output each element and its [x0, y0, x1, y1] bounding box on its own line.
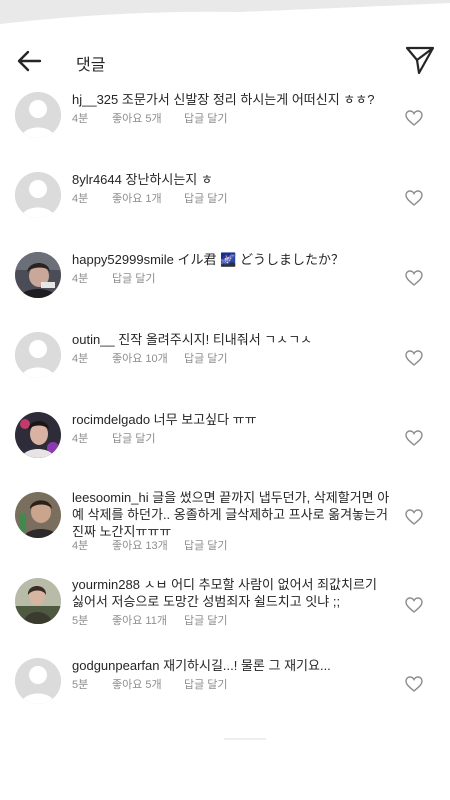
comment-time: 5분: [72, 615, 89, 627]
reply-button[interactable]: 답글 달기: [184, 190, 228, 206]
comment-username[interactable]: happy52999smile: [72, 252, 174, 267]
avatar[interactable]: [15, 92, 61, 138]
comment-username[interactable]: 8ylr4644: [72, 172, 122, 187]
comment-time: 4분: [72, 193, 89, 205]
comment-text: イル君 🌌 どうしましたか？: [177, 252, 344, 267]
heart-icon[interactable]: [405, 270, 423, 286]
reply-button[interactable]: 답글 달기: [112, 270, 156, 286]
comment-username[interactable]: leesoomin_hi: [72, 490, 149, 505]
reply-button[interactable]: 답글 달기: [184, 537, 228, 553]
torn-edge-shadow: [0, 0, 450, 24]
comment-likes[interactable]: 좋아요 5개: [112, 110, 162, 126]
comment-text: 조문가서 신발장 정리 하시는게 어떠신지 ㅎㅎ?: [121, 92, 375, 107]
page-title: 댓글: [76, 57, 106, 74]
reply-button[interactable]: 답글 달기: [184, 612, 228, 628]
default-avatar-icon: [15, 92, 61, 138]
comment-username[interactable]: rocimdelgado: [72, 412, 150, 427]
comment-time: 4분: [72, 353, 89, 365]
heart-icon[interactable]: [405, 509, 423, 525]
comment-text: 장난하시는지 ㅎ: [125, 172, 213, 187]
comment-time: 4분: [72, 433, 89, 445]
share-button[interactable]: [404, 44, 436, 76]
avatar[interactable]: [15, 172, 61, 218]
comment-text: 너무 보고싶다 ㅠㅠ: [153, 412, 257, 427]
reply-button[interactable]: 답글 달기: [184, 676, 228, 692]
comment-username[interactable]: yourmin288: [72, 577, 140, 592]
scroll-indicator: [224, 738, 266, 740]
profile-photo-avatar: [15, 252, 61, 298]
heart-icon[interactable]: [405, 430, 423, 446]
comment-time: 4분: [72, 273, 89, 285]
comment-body: godgunpearfan 재기하시길...! 물론 그 재기요...: [72, 657, 392, 674]
avatar[interactable]: [15, 332, 61, 378]
comments-header: 댓글: [0, 34, 450, 86]
avatar[interactable]: [15, 492, 61, 538]
comment-likes[interactable]: 좋아요 5개: [112, 676, 162, 692]
status-area: [0, 0, 450, 30]
comment-likes[interactable]: 좋아요 13개: [112, 537, 168, 553]
reply-button[interactable]: 답글 달기: [184, 350, 228, 366]
comment-body: leesoomin_hi 글을 썼으면 끝까지 냅두던가, 삭제할거면 아예 삭…: [72, 489, 392, 540]
avatar[interactable]: [15, 658, 61, 704]
reply-button[interactable]: 답글 달기: [184, 110, 228, 126]
comment-likes[interactable]: 좋아요 10개: [112, 350, 168, 366]
comment-username[interactable]: hj__325: [72, 92, 118, 107]
comment-text: 재기하시길...! 물론 그 재기요...: [163, 658, 331, 673]
profile-photo-avatar: [15, 412, 61, 458]
comment-body: happy52999smile イル君 🌌 どうしましたか？: [72, 251, 392, 268]
heart-icon[interactable]: [405, 676, 423, 692]
comment-text: 진작 올려주시지! 티내줘서 ㄱㅅㄱㅅ: [118, 332, 313, 347]
heart-icon[interactable]: [405, 597, 423, 613]
back-button[interactable]: [14, 46, 44, 76]
default-avatar-icon: [15, 658, 61, 704]
comment-body: rocimdelgado 너무 보고싶다 ㅠㅠ: [72, 411, 392, 428]
comment-username[interactable]: outin__: [72, 332, 115, 347]
reply-button[interactable]: 답글 달기: [112, 430, 156, 446]
avatar[interactable]: [15, 578, 61, 624]
arrow-left-icon: [17, 50, 42, 72]
comment-body: yourmin288 ㅅㅂ 어디 추모할 사람이 없어서 죄값치르기 싫어서 저…: [72, 576, 392, 610]
comment-username[interactable]: godgunpearfan: [72, 658, 159, 673]
paper-plane-icon: [405, 46, 435, 75]
comment-body: outin__ 진작 올려주시지! 티내줘서 ㄱㅅㄱㅅ: [72, 331, 392, 348]
avatar[interactable]: [15, 252, 61, 298]
comment-time: 4분: [72, 540, 89, 552]
avatar[interactable]: [15, 412, 61, 458]
heart-icon[interactable]: [405, 350, 423, 366]
comment-body: 8ylr4644 장난하시는지 ㅎ: [72, 171, 392, 188]
comment-likes[interactable]: 좋아요 1개: [112, 190, 162, 206]
heart-icon[interactable]: [405, 190, 423, 206]
default-avatar-icon: [15, 172, 61, 218]
default-avatar-icon: [15, 332, 61, 378]
comment-body: hj__325 조문가서 신발장 정리 하시는게 어떠신지 ㅎㅎ?: [72, 91, 392, 108]
comment-time: 5분: [72, 679, 89, 691]
heart-icon[interactable]: [405, 110, 423, 126]
comment-time: 4분: [72, 113, 89, 125]
comment-likes[interactable]: 좋아요 11개: [112, 612, 167, 628]
profile-photo-avatar: [15, 492, 61, 538]
profile-photo-avatar: [15, 578, 61, 624]
